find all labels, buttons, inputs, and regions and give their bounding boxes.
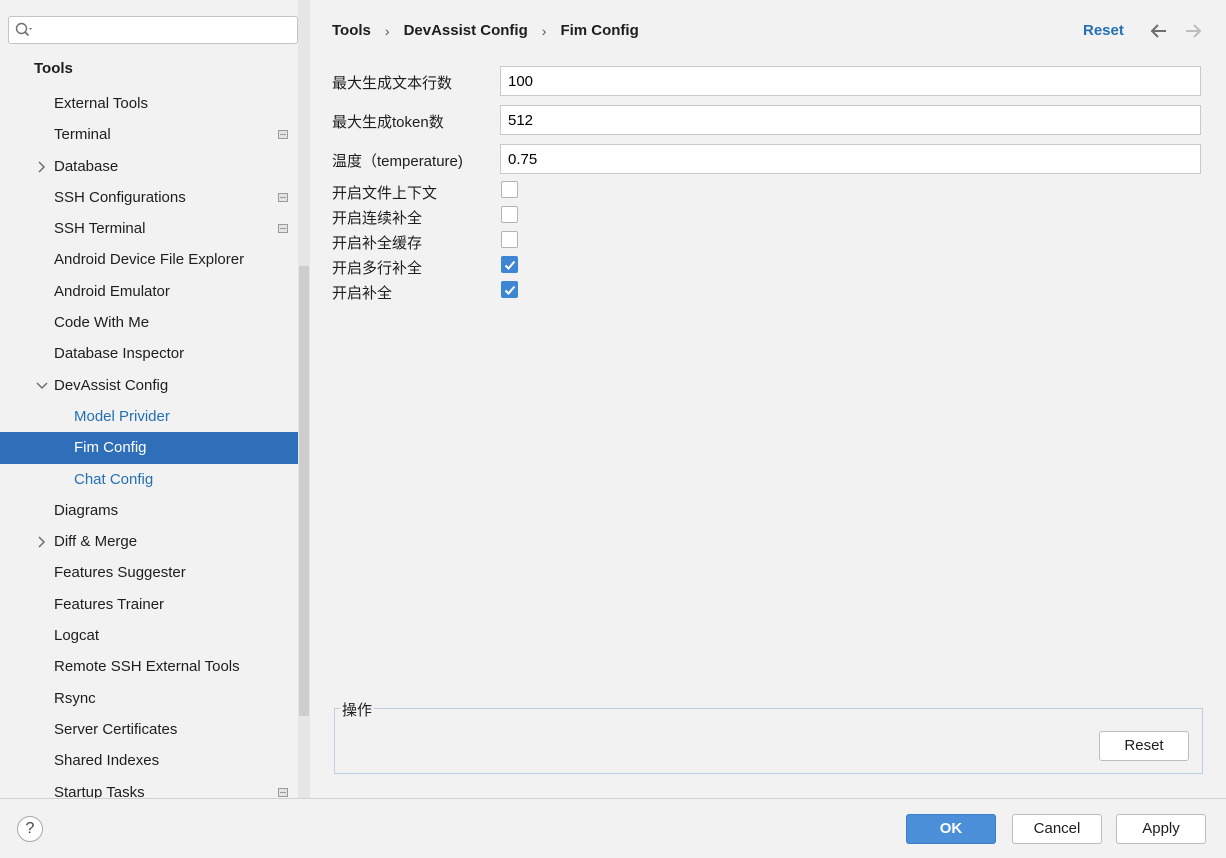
sidebar-item-label: Chat Config: [74, 470, 154, 488]
temperature-label: 温度（temperature): [332, 153, 463, 170]
max-tokens-label: 最大生成token数: [332, 114, 444, 131]
operations-group: [334, 708, 1203, 774]
sidebar-item-label: Startup Tasks: [54, 783, 145, 798]
search-box[interactable]: [8, 16, 298, 44]
sidebar-item-label: Database Inspector: [54, 345, 185, 363]
chevron-right-icon[interactable]: [34, 526, 48, 557]
checkbox[interactable]: [501, 206, 518, 223]
sidebar-item[interactable]: SSH Terminal: [0, 213, 298, 244]
cancel-button[interactable]: Cancel: [1012, 814, 1102, 844]
sidebar-item-label: Server Certificates: [54, 720, 178, 738]
reset-link[interactable]: Reset: [1083, 22, 1124, 39]
sidebar-item-label: Fim Config: [74, 439, 147, 457]
max-tokens-input[interactable]: [500, 105, 1201, 135]
sidebar-item-label: External Tools: [54, 95, 148, 112]
temperature-input[interactable]: [500, 144, 1201, 174]
sidebar-item-label: Android Device File Explorer: [54, 251, 245, 269]
breadcrumb-item[interactable]: DevAssist Config: [404, 22, 528, 39]
arrow-left-icon[interactable]: [1150, 22, 1168, 40]
search-icon: [15, 22, 32, 37]
operations-reset-button[interactable]: Reset: [1099, 731, 1189, 761]
sidebar-item[interactable]: SSH Configurations: [0, 182, 298, 213]
checkbox-label: 开启补全: [332, 285, 393, 302]
sidebar-item-label: Shared Indexes: [54, 752, 160, 770]
sidebar-item[interactable]: Terminal: [0, 119, 298, 150]
ok-button[interactable]: OK: [906, 814, 996, 844]
chevron-right-icon: ›: [384, 22, 390, 39]
sidebar-item[interactable]: Remote SSH External Tools: [0, 651, 298, 682]
sidebar-item-label: Rsync: [54, 689, 96, 707]
sidebar-item[interactable]: Android Device File Explorer: [0, 244, 298, 275]
tree-header[interactable]: Tools: [34, 60, 73, 77]
dialog-footer: ? OK Cancel Apply: [0, 798, 1226, 858]
checkbox[interactable]: [501, 281, 518, 298]
checkmark-icon: [504, 285, 516, 295]
sidebar-item-label: SSH Configurations: [54, 188, 186, 206]
max-lines-input[interactable]: [500, 66, 1201, 96]
sidebar-item-label: Diagrams: [54, 501, 119, 519]
chevron-right-icon: ›: [541, 22, 547, 39]
sidebar-item-label: Terminal: [54, 126, 111, 144]
sidebar-item-label: Android Emulator: [54, 282, 170, 300]
chevron-right-icon[interactable]: [34, 151, 48, 182]
project-level-icon: [278, 787, 288, 797]
sidebar-item[interactable]: Shared Indexes: [0, 745, 298, 776]
sidebar-item[interactable]: Features Suggester: [0, 557, 298, 588]
sidebar-item[interactable]: Logcat: [0, 620, 298, 651]
sidebar-item[interactable]: Diff & Merge: [0, 526, 298, 557]
checkbox[interactable]: [501, 256, 518, 273]
help-icon[interactable]: ?: [17, 816, 43, 842]
search-input[interactable]: [39, 20, 293, 42]
sidebar-item-label: Diff & Merge: [54, 533, 138, 551]
arrow-right-icon[interactable]: [1184, 22, 1202, 40]
checkbox-label: 开启多行补全: [332, 260, 423, 277]
breadcrumb-item: Fim Config: [560, 22, 639, 39]
settings-sidebar: Tools External Tools Terminal Database SSH …: [0, 0, 310, 798]
sidebar-item[interactable]: Database: [0, 151, 298, 182]
sidebar-item-label: Features Suggester: [54, 564, 186, 582]
settings-content: Tools › DevAssist Config › Fim Config Re…: [310, 0, 1226, 798]
checkmark-icon: [504, 260, 516, 270]
sidebar-item[interactable]: Database Inspector: [0, 338, 298, 369]
sidebar-item[interactable]: Diagrams: [0, 495, 298, 526]
breadcrumb-item[interactable]: Tools: [332, 22, 371, 39]
chevron-down-icon[interactable]: [34, 370, 48, 401]
checkbox[interactable]: [501, 231, 518, 248]
sidebar-item-label: Features Trainer: [54, 595, 165, 613]
breadcrumb: Tools › DevAssist Config › Fim Config: [332, 22, 639, 39]
sidebar-item-label: SSH Terminal: [54, 220, 146, 238]
sidebar-item-label: DevAssist Config: [54, 376, 169, 394]
checkbox[interactable]: [501, 181, 518, 198]
sidebar-item[interactable]: Rsync: [0, 683, 298, 714]
sidebar-item-label: Logcat: [54, 627, 100, 645]
settings-tree: External Tools Terminal Database SSH Config…: [0, 88, 310, 798]
project-level-icon: [278, 192, 288, 202]
operations-legend: 操作: [340, 699, 375, 720]
sidebar-item[interactable]: Model Privider: [0, 401, 298, 432]
sidebar-item-label: Code With Me: [54, 314, 150, 332]
sidebar-item[interactable]: Fim Config: [0, 432, 310, 464]
sidebar-item[interactable]: Code With Me: [0, 307, 298, 338]
sidebar-item[interactable]: Features Trainer: [0, 589, 298, 620]
checkbox-label: 开启连续补全: [332, 210, 423, 227]
sidebar-item[interactable]: Startup Tasks: [0, 777, 298, 798]
sidebar-item[interactable]: Server Certificates: [0, 714, 298, 745]
sidebar-item[interactable]: DevAssist Config: [0, 370, 298, 401]
sidebar-scrollbar-thumb[interactable]: [299, 266, 309, 716]
sidebar-item-label: Model Privider: [74, 407, 170, 425]
sidebar-item[interactable]: Chat Config: [0, 464, 298, 495]
sidebar-item[interactable]: External Tools: [0, 88, 298, 119]
sidebar-item-label: Remote SSH External Tools: [54, 658, 240, 676]
checkbox-label: 开启补全缓存: [332, 235, 423, 252]
max-lines-label: 最大生成文本行数: [332, 75, 453, 92]
project-level-icon: [278, 130, 288, 140]
checkbox-label: 开启文件上下文: [332, 185, 438, 202]
project-level-icon: [278, 224, 288, 234]
apply-button[interactable]: Apply: [1116, 814, 1206, 844]
sidebar-item[interactable]: Android Emulator: [0, 276, 298, 307]
sidebar-item-label: Database: [54, 157, 119, 175]
